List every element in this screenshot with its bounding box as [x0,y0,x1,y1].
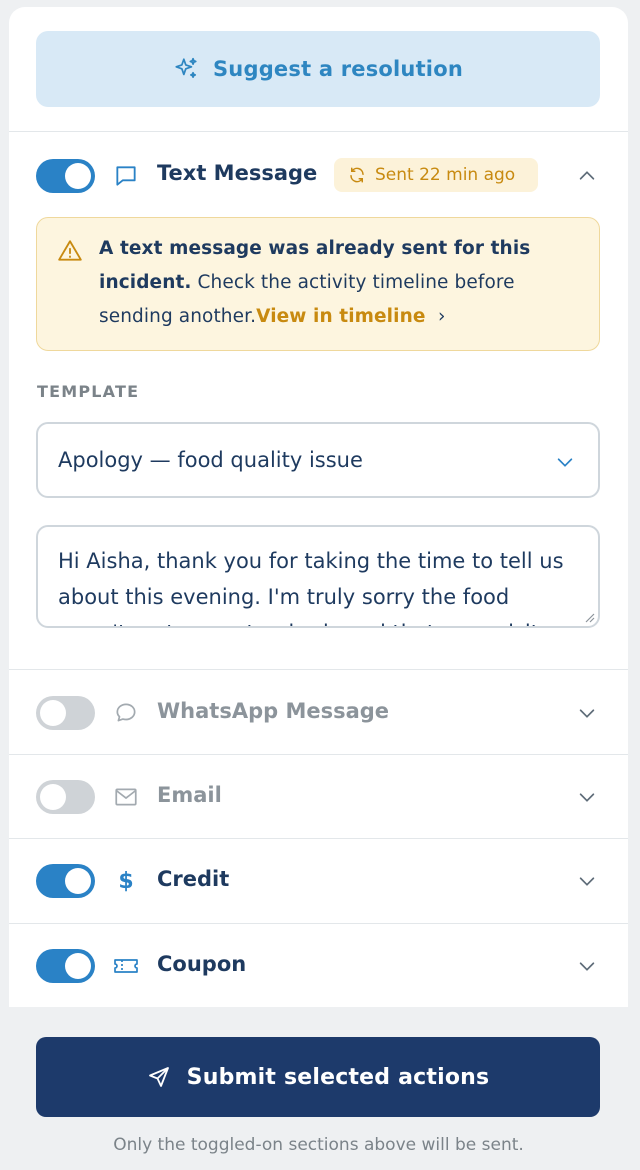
chevron-down-icon[interactable] [576,702,598,724]
mail-icon [113,784,139,810]
section-divider [9,923,628,924]
credit-toggle[interactable] [36,864,95,898]
whatsapp-title: WhatsApp Message [157,699,390,723]
refresh-icon [350,167,364,183]
ticket-icon [113,953,139,979]
already-sent-alert: A text message was already sent for this… [36,217,600,351]
chevron-right-icon: › [438,306,446,327]
view-in-timeline-label: View in timeline [256,306,426,327]
section-divider [9,838,628,839]
toggle-knob [40,700,66,726]
section-divider [9,669,628,670]
suggest-section: Suggest a resolution [9,7,628,132]
template-label: TEMPLATE [37,382,140,401]
section-divider [9,754,628,755]
coupon-toggle[interactable] [36,949,95,983]
dollar-icon: $ [118,868,134,894]
sent-badge: Sent 22 min ago [334,158,538,192]
chat-bubble-icon [113,700,139,726]
email-title: Email [157,783,222,807]
submit-button[interactable]: Submit selected actions [36,1037,600,1117]
text-message-toggle[interactable] [36,159,95,193]
chevron-down-icon[interactable] [576,870,598,892]
message-text: Hi Aisha, thank you for taking the time … [58,549,564,626]
submit-note: Only the toggled-on sections above will … [113,1135,524,1155]
email-toggle[interactable] [36,780,95,814]
suggest-resolution-button[interactable]: Suggest a resolution [36,31,600,107]
chevron-up-icon[interactable] [576,165,598,187]
whatsapp-toggle[interactable] [36,696,95,730]
toggle-knob [65,953,91,979]
view-in-timeline-link[interactable]: View in timeline › [256,306,445,327]
toggle-knob [65,868,91,894]
chevron-down-icon[interactable] [576,955,598,977]
message-textarea[interactable]: Hi Aisha, thank you for taking the time … [36,525,600,628]
credit-title: Credit [157,867,230,891]
suggest-resolution-label: Suggest a resolution [212,57,463,81]
resolution-panel: Suggest a resolution Text Message Sent 2… [9,7,628,1170]
text-message-title: Text Message [157,161,318,185]
footer: Submit selected actions Only the toggled… [9,1007,628,1170]
warning-icon [58,240,82,261]
chevron-down-icon[interactable] [576,786,598,808]
submit-label: Submit selected actions [186,1064,490,1090]
template-value: Apology — food quality issue [58,448,363,472]
coupon-title: Coupon [157,952,247,976]
sent-badge-label: Sent 22 min ago [375,165,516,185]
sparkle-icon [175,57,197,78]
send-icon [148,1067,169,1087]
resize-handle-icon[interactable] [583,611,595,623]
toggle-knob [40,784,66,810]
template-select[interactable]: Apology — food quality issue [36,422,600,498]
chevron-down-icon [557,458,573,467]
chat-square-icon [113,163,139,189]
toggle-knob [65,163,91,189]
alert-text: A text message was already sent for this… [99,232,579,334]
